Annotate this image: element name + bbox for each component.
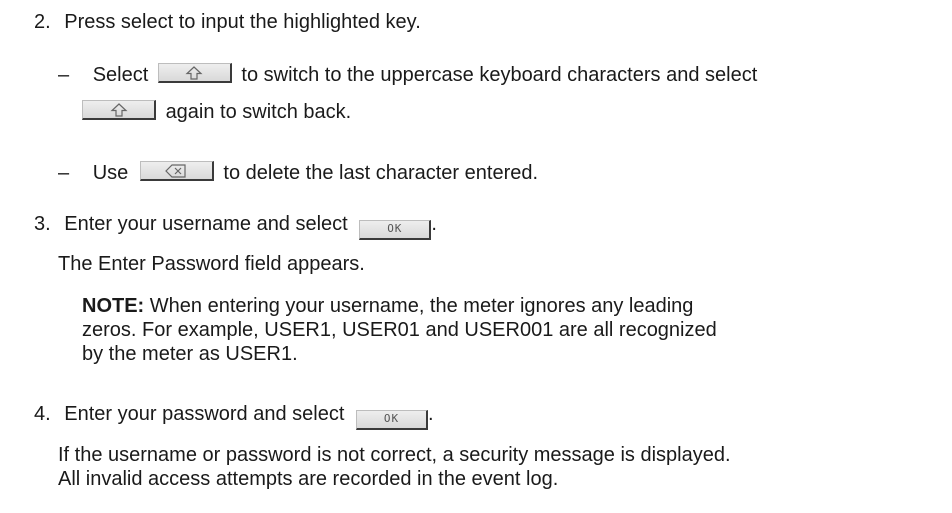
step-text-end: . (431, 213, 437, 235)
shift-key-button (157, 63, 232, 83)
step-result-text: The Enter Password field appears. (58, 253, 365, 275)
note-line-2: zeros. For example, USER1, USER01 and US… (82, 318, 717, 342)
ok-key-label: OK (387, 222, 403, 235)
shift-key-button (82, 100, 156, 120)
bullet-dash: – (58, 162, 70, 184)
shift-icon (185, 66, 203, 80)
step-4: 4. Enter your password and select OK . (34, 402, 434, 430)
step-number: 4. (34, 403, 51, 425)
step-text: Enter your password and select (64, 403, 345, 425)
step-result-text: If the username or password is not corre… (58, 444, 731, 466)
bullet-dash: – (58, 64, 70, 86)
step-number: 3. (34, 213, 51, 235)
step-text: Enter your username and select (64, 213, 348, 235)
bullet-delete: – Use to delete the last character enter… (58, 161, 538, 185)
bullet-text: to switch to the uppercase keyboard char… (241, 64, 758, 86)
note-text: zeros. For example, USER1, USER01 and US… (82, 319, 717, 341)
note-text: When entering your username, the meter i… (149, 295, 694, 317)
ok-key-label: OK (383, 412, 400, 425)
note-label: NOTE: (82, 295, 145, 317)
step-3-result: The Enter Password field appears. (58, 252, 365, 276)
step-3: 3. Enter your username and select OK . (34, 212, 437, 240)
backspace-icon (165, 164, 186, 178)
shift-icon (109, 103, 128, 117)
bullet-text: Use (92, 162, 129, 184)
step-number: 2. (34, 11, 51, 33)
bullet-text: to delete the last character entered. (223, 162, 539, 184)
ok-key-button: OK (355, 410, 428, 430)
bullet-text: Select (92, 64, 149, 86)
note-line-3: by the meter as USER1. (82, 342, 298, 366)
bullet-text: again to switch back. (165, 101, 352, 123)
step-4-result: If the username or password is not corre… (58, 443, 731, 467)
note: NOTE: When entering your username, the m… (82, 294, 693, 318)
step-2: 2. Press select to input the highlighted… (34, 10, 421, 34)
bullet-shift-cont: again to switch back. (82, 100, 351, 124)
ok-key-button: OK (359, 220, 432, 240)
step-4-result-2: All invalid access attempts are recorded… (58, 467, 558, 491)
step-text-end: . (427, 403, 434, 425)
bullet-shift: – Select to switch to the uppercase keyb… (58, 63, 757, 87)
step-result-text: All invalid access attempts are recorded… (58, 468, 559, 490)
note-text: by the meter as USER1. (82, 343, 298, 365)
backspace-key-button (139, 161, 214, 181)
step-text: Press select to input the highlighted ke… (64, 11, 421, 33)
